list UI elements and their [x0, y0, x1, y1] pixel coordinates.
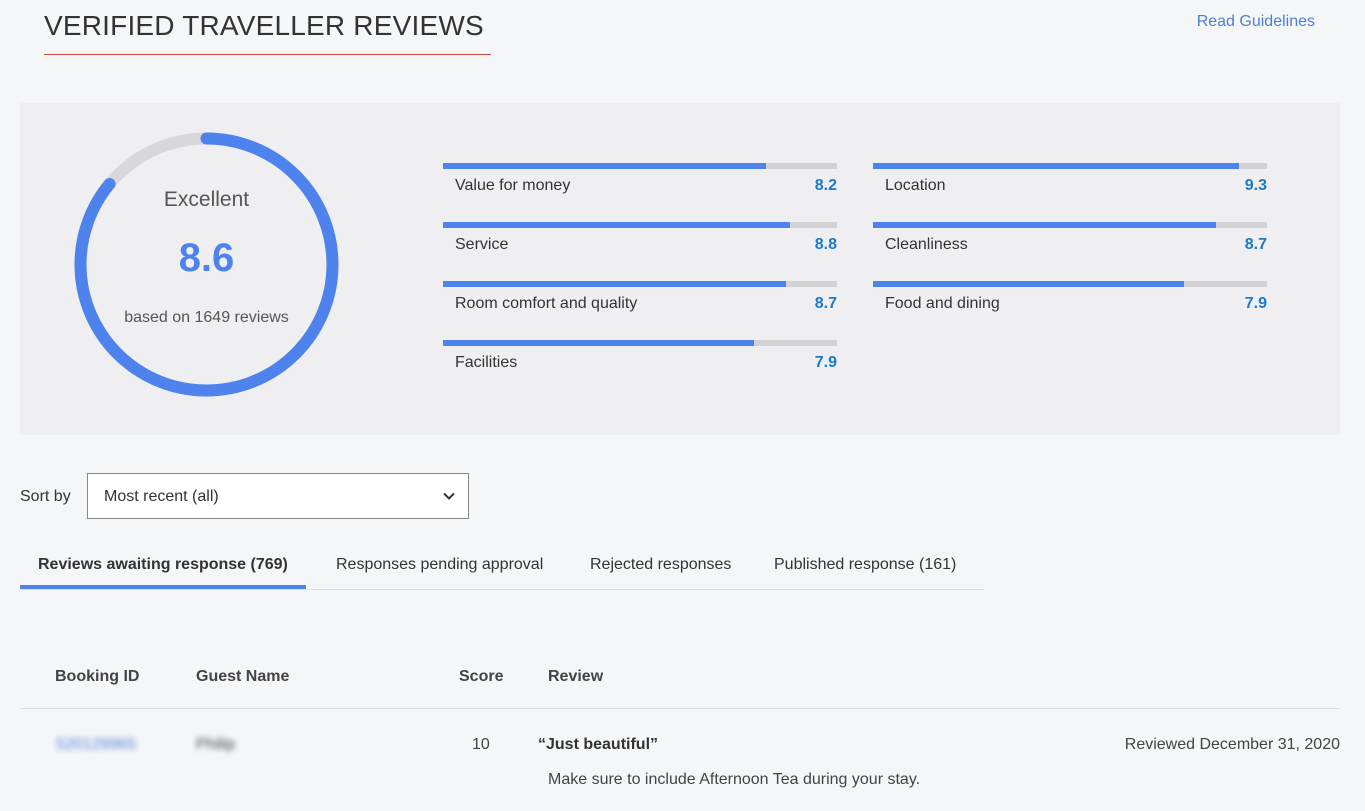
- category-service: Service 8.8: [443, 222, 837, 268]
- review-title: “Just beautiful”: [538, 736, 659, 753]
- tab-reviews-awaiting-response[interactable]: Reviews awaiting response (769): [20, 545, 306, 589]
- category-name: Facilities: [455, 354, 518, 371]
- category-score: 8.7: [1244, 236, 1267, 253]
- sort-by-label: Sort by: [20, 488, 71, 505]
- sort-selected-value: Most recent (all): [104, 488, 219, 505]
- overall-score-ring: Excellent 8.6 based on 1649 reviews: [74, 132, 339, 397]
- category-bar: [443, 340, 837, 346]
- sort-select[interactable]: Most recent (all): [87, 473, 469, 519]
- review-body: Make sure to include Afternoon Tea durin…: [548, 771, 921, 788]
- column-score: Score: [459, 668, 504, 685]
- page-title: VERIFIED TRAVELLER REVIEWS: [44, 10, 491, 55]
- column-guest-name: Guest Name: [196, 668, 290, 685]
- category-score: 8.2: [814, 177, 837, 194]
- reviews-table-header: Booking ID Guest Name Score Review: [20, 662, 1340, 709]
- category-bar: [873, 222, 1267, 228]
- category-bar: [873, 163, 1267, 169]
- category-score: 8.7: [814, 295, 837, 312]
- tab-published-response[interactable]: Published response (161): [756, 545, 974, 586]
- column-review: Review: [548, 668, 604, 685]
- review-score: 10: [472, 736, 490, 753]
- category-name: Value for money: [455, 177, 571, 194]
- guest-name: Philip: [196, 736, 236, 753]
- tab-responses-pending-approval[interactable]: Responses pending approval: [318, 545, 561, 586]
- category-name: Food and dining: [885, 295, 1000, 312]
- chevron-down-icon: [443, 492, 455, 500]
- category-name: Service: [455, 236, 509, 253]
- category-cleanliness: Cleanliness 8.7: [873, 222, 1267, 268]
- category-score: 9.3: [1244, 177, 1267, 194]
- read-guidelines-link[interactable]: Read Guidelines: [1197, 13, 1315, 31]
- response-tabs: Reviews awaiting response (769) Response…: [20, 545, 984, 590]
- category-bar: [443, 281, 837, 287]
- category-value-for-money: Value for money 8.2: [443, 163, 837, 209]
- overall-score: 8.6: [178, 236, 235, 280]
- category-score: 7.9: [814, 354, 837, 371]
- category-location: Location 9.3: [873, 163, 1267, 209]
- category-bar: [873, 281, 1267, 287]
- category-bar: [443, 163, 837, 169]
- category-bar: [443, 222, 837, 228]
- tab-rejected-responses[interactable]: Rejected responses: [572, 545, 749, 586]
- reviewed-date: Reviewed December 31, 2020: [1124, 736, 1340, 753]
- review-count: based on 1649 reviews: [124, 309, 289, 326]
- table-row: 520129965 Philip 10 “Just beautiful” Mak…: [20, 709, 1340, 811]
- category-name: Location: [885, 177, 946, 194]
- review-summary-panel: Excellent 8.6 based on 1649 reviews Valu…: [20, 103, 1340, 435]
- rating-label: Excellent: [163, 188, 250, 211]
- category-score: 8.8: [814, 236, 837, 253]
- category-room-comfort: Room comfort and quality 8.7: [443, 281, 837, 327]
- category-food-and-dining: Food and dining 7.9: [873, 281, 1267, 327]
- category-name: Room comfort and quality: [455, 295, 638, 312]
- category-name: Cleanliness: [885, 236, 968, 253]
- category-score: 7.9: [1244, 295, 1267, 312]
- column-booking-id: Booking ID: [55, 668, 140, 685]
- booking-id-link[interactable]: 520129965: [56, 736, 136, 754]
- category-facilities: Facilities 7.9: [443, 340, 837, 386]
